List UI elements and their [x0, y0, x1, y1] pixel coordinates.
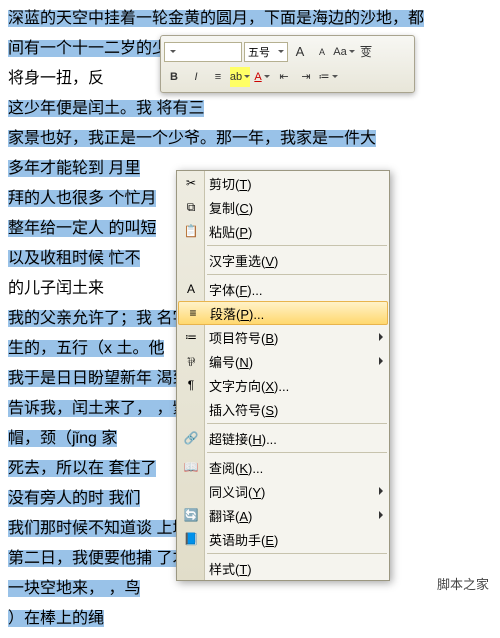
text-line[interactable]: 家景也好，我正是一个少爷。那一年，我家是一件大: [8, 124, 492, 154]
italic-button[interactable]: I: [186, 67, 206, 87]
shrink-font-button[interactable]: A: [312, 42, 332, 62]
chevron-down-icon: [349, 50, 355, 53]
menu-item-label: 字体(F)...: [209, 280, 262, 299]
sym-icon: [182, 400, 200, 418]
menu-item-label: 复制(C): [209, 198, 253, 217]
change-case-button[interactable]: Aa: [334, 42, 354, 62]
context-menu: ✂ 剪切(T) ⧉ 复制(C) 📋 粘贴(P) 汉字重选(V) A 字体(F)... ≡ 段落(P)…: [176, 170, 390, 581]
trans-icon: 🔄: [182, 506, 200, 524]
chevron-right-icon: [379, 511, 383, 519]
decrease-indent-button[interactable]: ⇤: [274, 67, 294, 87]
menu-item-bullets[interactable]: ≔ 项目符号(B): [177, 325, 389, 349]
menu-item-style[interactable]: 样式(T): [177, 556, 389, 580]
highlight-button[interactable]: ab: [230, 67, 250, 87]
text-line[interactable]: 这少年便是闰土。我 将有三: [8, 94, 492, 124]
menu-item-paste[interactable]: 📋 粘贴(P): [177, 219, 389, 243]
menu-item-para[interactable]: ≡ 段落(P)...: [178, 301, 388, 325]
menu-item-dir[interactable]: ¶ 文字方向(X)...: [177, 373, 389, 397]
menu-item-label: 英语助手(E): [209, 530, 278, 549]
paste-icon: 📋: [182, 222, 200, 240]
cut-icon: ✂: [182, 174, 200, 192]
font-color-button[interactable]: A: [252, 67, 272, 87]
menu-item-label: 插入符号(S): [209, 400, 278, 419]
chevron-right-icon: [379, 487, 383, 495]
bullets-button[interactable]: ≔: [318, 67, 338, 87]
chevron-down-icon: [170, 50, 176, 53]
chevron-right-icon: [379, 357, 383, 365]
menu-item-sym[interactable]: 插入符号(S): [177, 397, 389, 421]
chevron-right-icon: [379, 333, 383, 341]
menu-item-eng[interactable]: 📘 英语助手(E): [177, 527, 389, 551]
menu-item-label: 文字方向(X)...: [209, 376, 289, 395]
menu-separator: [207, 423, 387, 424]
font-size-combo[interactable]: 五号: [244, 42, 288, 62]
align-center-button[interactable]: ≡: [208, 67, 228, 87]
menu-item-thes[interactable]: 同义词(Y): [177, 479, 389, 503]
bullets-icon: ≔: [182, 328, 200, 346]
thes-icon: [182, 482, 200, 500]
menu-item-trans[interactable]: 🔄 翻译(A): [177, 503, 389, 527]
menu-separator: [207, 245, 387, 246]
reselect-icon: [182, 251, 200, 269]
menu-item-font[interactable]: A 字体(F)...: [177, 277, 389, 301]
chevron-down-icon: [278, 50, 284, 53]
dir-icon: ¶: [182, 376, 200, 394]
chevron-down-icon: [332, 75, 338, 78]
text-line[interactable]: 深蓝的天空中挂着一轮金黄的圆月，下面是海边的沙地，都: [8, 4, 492, 34]
font-name-combo[interactable]: [164, 42, 242, 62]
menu-item-label: 段落(P)...: [210, 304, 264, 323]
bold-button[interactable]: B: [164, 67, 184, 87]
mini-toolbar: 五号 A A Aa 变 B I ≡ ab A ⇤ ⇥ ≔: [160, 35, 415, 93]
menu-item-label: 同义词(Y): [209, 482, 265, 501]
menu-item-label: 超链接(H)...: [209, 429, 277, 448]
copy-icon: ⧉: [182, 198, 200, 216]
menu-item-label: 剪切(T): [209, 174, 252, 193]
menu-item-label: 样式(T): [209, 559, 252, 578]
lookup-icon: 📖: [182, 458, 200, 476]
menu-separator: [207, 553, 387, 554]
menu-item-label: 查阅(K)...: [209, 458, 263, 477]
menu-item-link[interactable]: 🔗 超链接(H)...: [177, 426, 389, 450]
menu-separator: [207, 274, 387, 275]
menu-item-label: 编号(N): [209, 352, 253, 371]
menu-item-reselect[interactable]: 汉字重选(V): [177, 248, 389, 272]
chevron-down-icon: [244, 75, 250, 78]
style-icon: [182, 559, 200, 577]
menu-item-cut[interactable]: ✂ 剪切(T): [177, 171, 389, 195]
menu-item-copy[interactable]: ⧉ 复制(C): [177, 195, 389, 219]
link-icon: 🔗: [182, 429, 200, 447]
menu-item-number[interactable]: ⅌ 编号(N): [177, 349, 389, 373]
chevron-down-icon: [264, 75, 270, 78]
eng-icon: 📘: [182, 530, 200, 548]
watermark: 脚本之家: [434, 573, 492, 594]
font-icon: A: [182, 280, 200, 298]
grow-font-button[interactable]: A: [290, 42, 310, 62]
phonetic-button[interactable]: 变: [356, 42, 376, 62]
text-line[interactable]: ）在棒上的绳: [8, 604, 492, 634]
menu-item-label: 项目符号(B): [209, 328, 278, 347]
menu-item-label: 粘贴(P): [209, 222, 252, 241]
menu-item-label: 翻译(A): [209, 506, 252, 525]
menu-separator: [207, 452, 387, 453]
para-icon: ≡: [184, 304, 202, 322]
increase-indent-button[interactable]: ⇥: [296, 67, 316, 87]
menu-item-label: 汉字重选(V): [209, 251, 278, 270]
menu-item-lookup[interactable]: 📖 查阅(K)...: [177, 455, 389, 479]
number-icon: ⅌: [182, 352, 200, 370]
